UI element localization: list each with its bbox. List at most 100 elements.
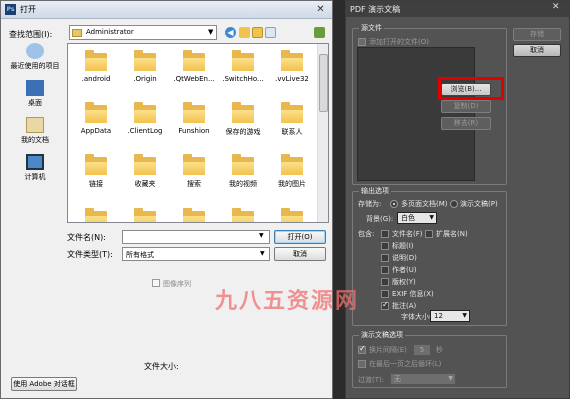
include-checkbox[interactable] [381, 266, 389, 274]
image-sequence-checkbox[interactable] [152, 279, 160, 287]
new-folder-icon[interactable] [252, 27, 263, 38]
desktop-icon [26, 80, 44, 96]
file-item[interactable] [270, 208, 314, 222]
file-item[interactable]: 收藏夹 [123, 154, 167, 189]
places-item-recent[interactable]: 最近使用的项目 [6, 43, 64, 71]
file-name: Funshion [178, 127, 210, 135]
file-item[interactable]: .vvLive32 [270, 50, 314, 83]
file-item[interactable]: 保存的游戏 [221, 102, 265, 137]
add-open-files-checkbox[interactable] [358, 38, 366, 46]
folder-icon [281, 50, 303, 72]
places-item-desktop[interactable]: 桌面 [6, 80, 64, 108]
folder-icon [183, 154, 205, 176]
file-item[interactable]: .Origin [123, 50, 167, 83]
folder-icon [183, 208, 205, 222]
folder-icon [232, 208, 254, 222]
file-item[interactable]: .QtWebEn... [172, 50, 216, 83]
file-list[interactable]: .android .Origin .QtWebEn... .SwitchHo... .v… [67, 43, 329, 223]
use-adobe-dialog-button[interactable]: 使用 Adobe 对话框 [11, 377, 77, 391]
source-files-group-title: 源文件 [359, 23, 384, 33]
advance-checkbox[interactable] [358, 344, 366, 354]
view-menu-icon[interactable] [265, 27, 276, 38]
include-checkbox[interactable] [381, 300, 389, 310]
save-button[interactable]: 存储 [513, 28, 561, 41]
file-item[interactable] [74, 208, 118, 222]
background-dropdown[interactable]: 白色 ▼ [397, 212, 437, 224]
remove-button[interactable]: 移去(R) [441, 117, 491, 130]
places-item-documents[interactable]: 我的文档 [6, 117, 64, 145]
filename-input[interactable] [122, 230, 270, 244]
up-folder-icon[interactable] [239, 27, 250, 38]
pdf-presentation-dialog: PDF 演示文稿 ✕ 源文件 添加打开的文件(O) 浏览(B)... 复制(D)… [345, 0, 570, 399]
file-item[interactable]: 我的视频 [221, 154, 265, 189]
include-checkbox[interactable] [425, 230, 433, 238]
filename-label: 文件名(N): [67, 233, 106, 242]
include-checkbox[interactable] [381, 230, 389, 238]
chevron-down-icon: ▼ [429, 214, 434, 221]
open-button[interactable]: 打开(O) [274, 230, 326, 244]
cancel-button[interactable]: 取消 [513, 44, 561, 57]
file-item[interactable]: .android [74, 50, 118, 83]
filetype-dropdown[interactable]: 所有格式 ▼ [122, 247, 270, 261]
include-checkbox[interactable] [381, 254, 389, 262]
file-item[interactable]: 搜索 [172, 154, 216, 189]
presentation-radio[interactable] [450, 200, 458, 208]
include-checkbox[interactable] [381, 242, 389, 250]
include-checkbox[interactable] [381, 278, 389, 286]
advance-label: 换片间隔(E) [369, 346, 407, 354]
folder-icon [281, 154, 303, 176]
places-label: 桌面 [28, 99, 42, 107]
chevron-down-icon[interactable]: ▼ [259, 232, 264, 239]
include-checkbox[interactable] [381, 290, 389, 298]
file-item[interactable]: 链接 [74, 154, 118, 189]
places-label: 最近使用的项目 [10, 62, 60, 70]
advance-seconds-input[interactable]: 5 [413, 344, 431, 356]
folder-icon [85, 154, 107, 176]
file-item[interactable]: .SwitchHo... [221, 50, 265, 83]
file-item[interactable] [172, 208, 216, 222]
folder-icon [232, 154, 254, 176]
file-name: 我的视频 [229, 180, 257, 188]
pdf-dialog-titlebar[interactable]: PDF 演示文稿 ✕ [346, 1, 569, 17]
file-list-scrollbar[interactable] [317, 44, 328, 222]
computer-icon [26, 154, 44, 170]
file-item[interactable]: .ClientLog [123, 102, 167, 135]
font-size-dropdown[interactable]: 12 ▼ [430, 310, 470, 322]
file-item[interactable]: AppData [74, 102, 118, 135]
duplicate-button[interactable]: 复制(D) [441, 100, 491, 113]
cancel-button[interactable]: 取消 [274, 247, 326, 261]
watermark-text: 九八五资源网 [215, 289, 360, 314]
pdf-dialog-title: PDF 演示文稿 [350, 5, 401, 14]
file-name: 联系人 [281, 128, 303, 136]
multipage-radio[interactable] [390, 200, 398, 208]
filetype-value: 所有格式 [126, 251, 154, 259]
lookin-dropdown[interactable]: Administrator ▼ [69, 25, 217, 40]
include-label: 包含: [358, 230, 375, 238]
folder-icon [72, 29, 82, 37]
back-icon[interactable]: ◀ [225, 27, 236, 38]
file-item[interactable] [221, 208, 265, 222]
include-option-label: EXIF 信息(X) [392, 290, 434, 298]
recent-items-icon [26, 43, 44, 59]
font-size-value: 12 [434, 312, 443, 320]
browse-button[interactable]: 浏览(B)... [441, 83, 491, 96]
chevron-down-icon: ▼ [208, 28, 214, 36]
file-item[interactable] [123, 208, 167, 222]
places-item-computer[interactable]: 计算机 [6, 154, 64, 182]
close-icon[interactable]: ✕ [313, 3, 328, 16]
close-icon[interactable]: ✕ [552, 2, 560, 12]
file-item[interactable]: 联系人 [270, 102, 314, 137]
seconds-label: 秒 [436, 346, 443, 354]
preview-toggle-icon[interactable] [314, 27, 325, 38]
loop-checkbox[interactable] [358, 360, 366, 368]
transition-dropdown[interactable]: 无 ▼ [390, 373, 456, 385]
file-name: 我的图片 [278, 180, 306, 188]
source-file-list[interactable] [357, 47, 475, 181]
open-dialog-titlebar[interactable]: Ps 打开 ✕ [1, 1, 332, 19]
file-name: .ClientLog [127, 127, 163, 135]
scrollbar-thumb[interactable] [319, 54, 328, 112]
file-item[interactable]: 我的图片 [270, 154, 314, 189]
file-item[interactable]: Funshion [172, 102, 216, 135]
lookin-value: Administrator [86, 28, 134, 36]
folder-icon [281, 208, 303, 222]
